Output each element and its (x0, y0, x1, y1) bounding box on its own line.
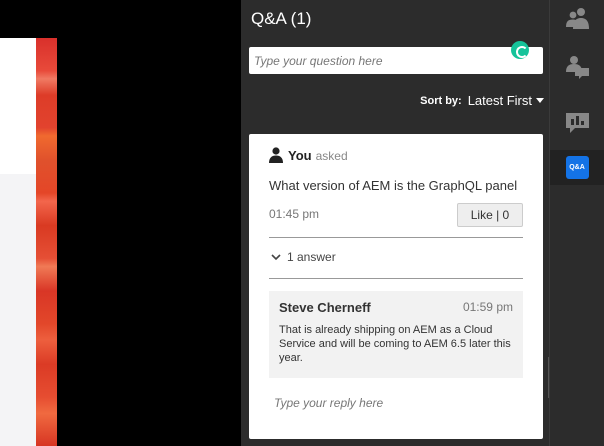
sort-dropdown[interactable]: Sort by: Latest First (420, 93, 544, 108)
question-card: You asked What version of AEM is the Gra… (249, 134, 543, 439)
question-input[interactable] (249, 47, 543, 74)
attendees-icon[interactable] (564, 7, 591, 29)
qa-icon[interactable]: Q&A (565, 156, 589, 179)
question-input-wrapper (249, 41, 543, 74)
answer-time: 01:59 pm (462, 300, 513, 314)
chat-icon[interactable] (564, 55, 591, 79)
caret-down-icon[interactable] (536, 98, 544, 103)
qa-button[interactable]: Q&A (550, 150, 604, 185)
qa-panel: Q&A (1) Sort by: Latest First You asked … (241, 0, 549, 446)
poll-icon[interactable] (565, 112, 590, 134)
video-area (0, 0, 241, 446)
right-toolbar: Q&A (549, 0, 604, 446)
sort-value[interactable]: Latest First (468, 93, 532, 108)
divider (269, 278, 523, 279)
qa-title: Q&A (1) (251, 9, 312, 28)
slide-content-grey (0, 174, 36, 446)
question-author: You (288, 148, 312, 163)
attendees-button[interactable] (550, 0, 604, 35)
grammarly-icon[interactable] (511, 41, 529, 59)
sort-label: Sort by: (420, 94, 462, 107)
user-icon (269, 147, 283, 163)
answers-toggle[interactable]: 1 answer (271, 250, 336, 264)
reply-input[interactable] (269, 392, 523, 414)
answers-count[interactable]: 1 answer (287, 250, 336, 264)
asked-label: asked (315, 149, 348, 163)
question-time: 01:45 pm (269, 207, 320, 221)
answer-item: Steve Cherneff 01:59 pm That is already … (269, 291, 523, 378)
answer-text: That is already shipping on AEM as a Clo… (279, 324, 511, 364)
question-author-row: You asked (269, 147, 348, 163)
chevron-down-icon[interactable] (271, 252, 281, 262)
slide-content-white (0, 38, 36, 174)
answer-author: Steve Cherneff (279, 300, 371, 315)
slide-image-strip (36, 38, 57, 446)
app-window: Q&A (1) Sort by: Latest First You asked … (0, 0, 604, 446)
like-button[interactable]: Like | 0 (457, 203, 523, 227)
question-text: What version of AEM is the GraphQL panel (269, 178, 518, 193)
divider (269, 237, 523, 238)
poll-button[interactable] (550, 105, 604, 140)
chat-button[interactable] (550, 49, 604, 84)
